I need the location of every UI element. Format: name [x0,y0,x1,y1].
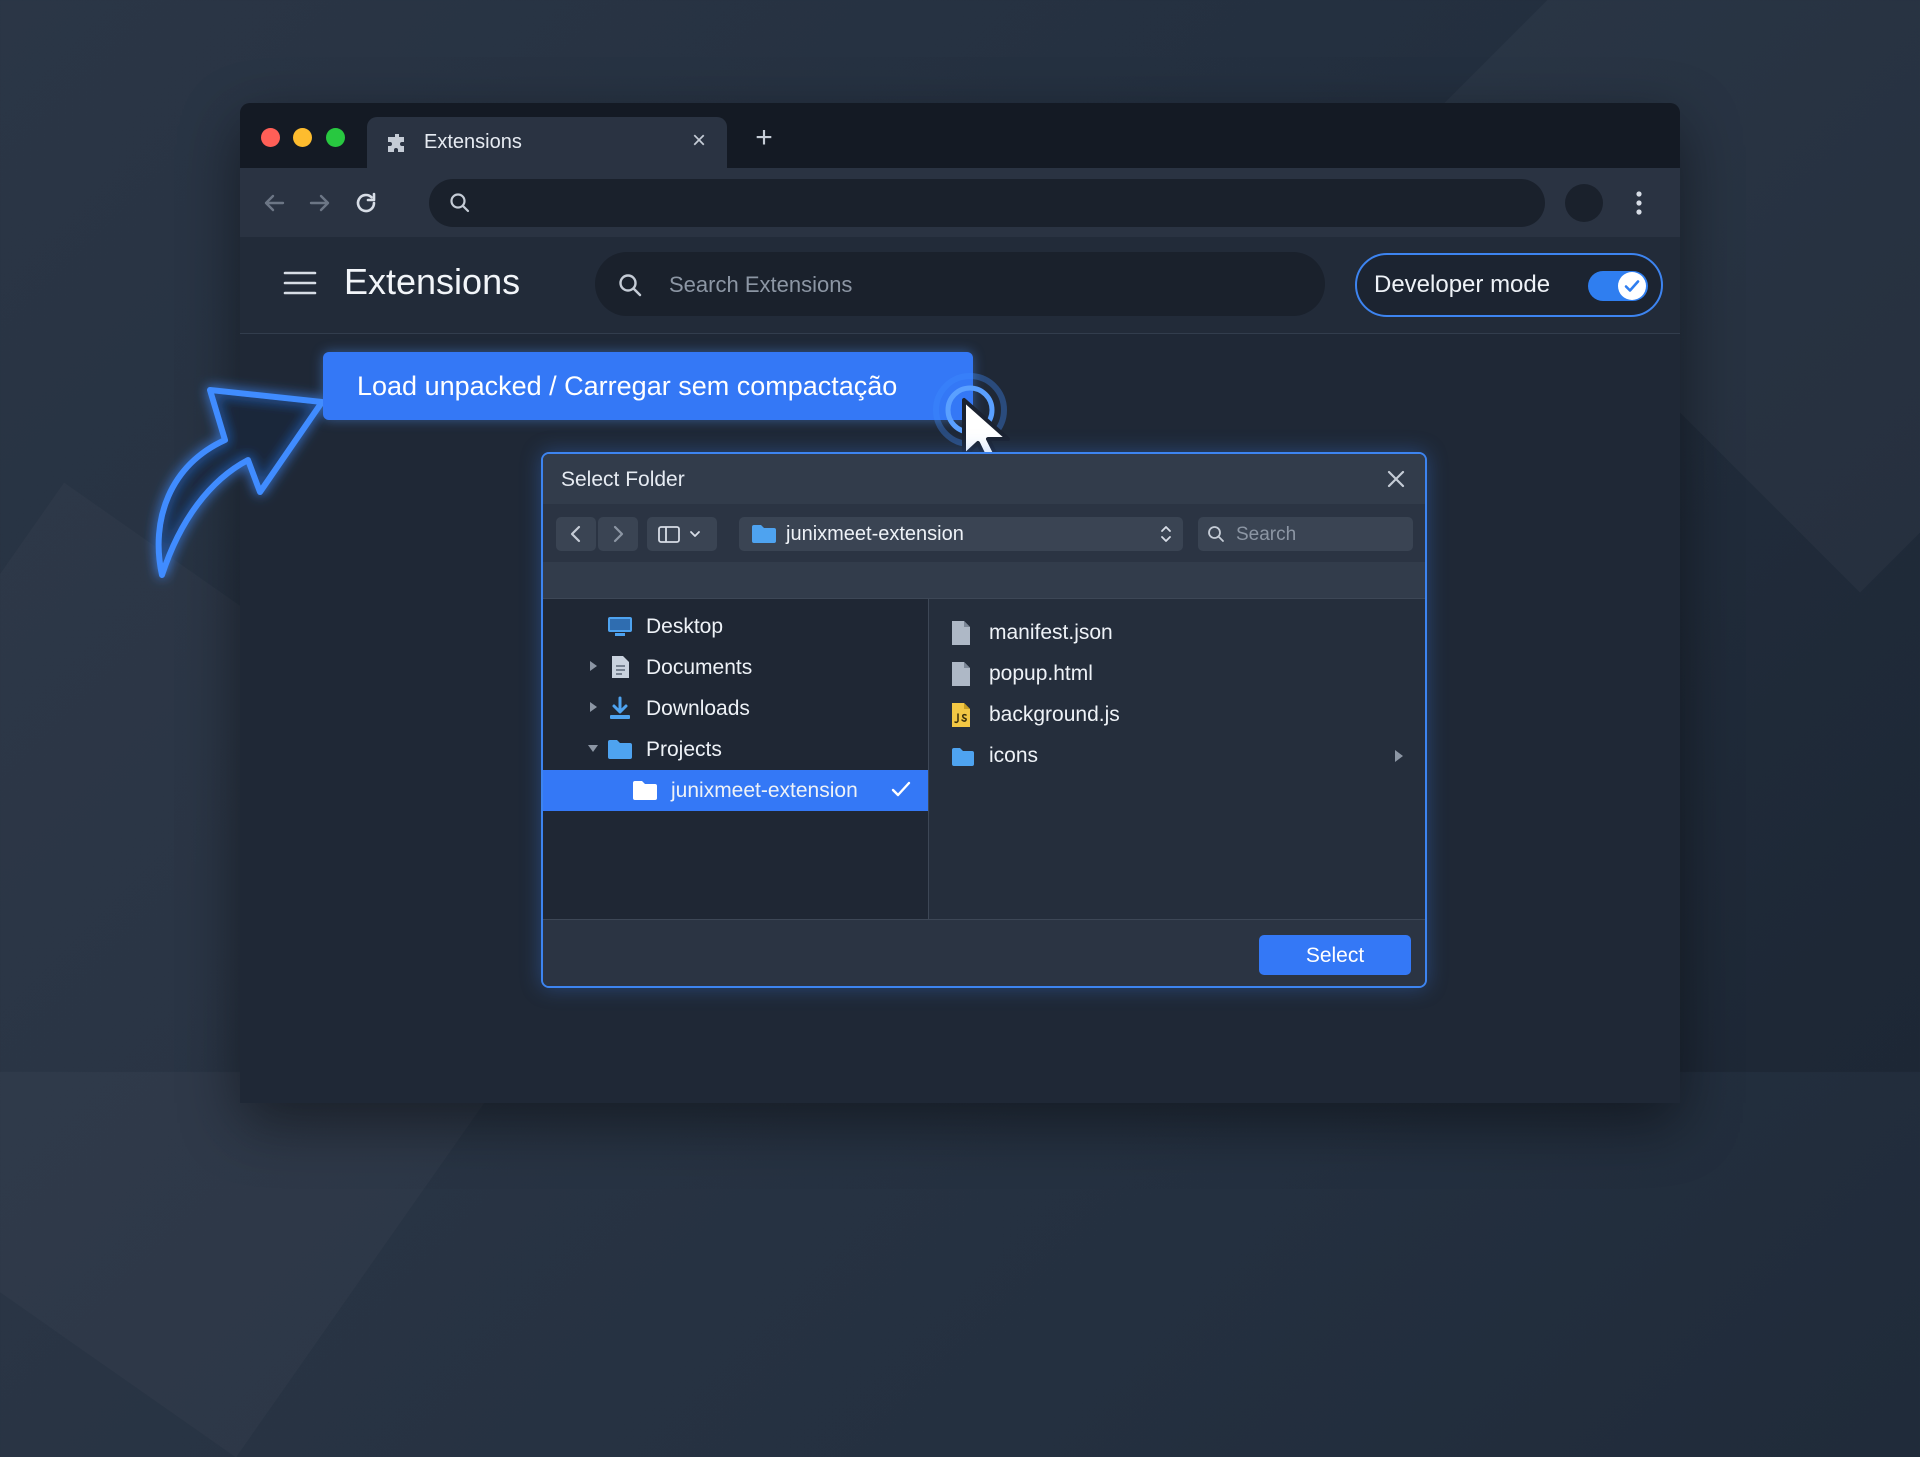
list-item[interactable]: popup.html [929,653,1425,694]
load-unpacked-label: Load unpacked / Carregar sem compactação [357,371,898,401]
folder-icon [952,748,974,766]
dialog-forward-button[interactable] [598,517,638,551]
sidebar-item-junixmeet-extension[interactable]: junixmeet-extension [543,770,928,811]
dialog-titlebar: Select Folder [543,454,1425,504]
sidebar-item-label: Downloads [646,697,750,720]
browser-toolbar [240,168,1680,237]
search-extensions-input[interactable] [667,252,1291,318]
sidebar-item-label: Desktop [646,615,724,638]
folder-icon [633,781,657,800]
dialog-toolbar: junixmeet-extension [543,504,1425,562]
dialog-back-button[interactable] [556,517,596,551]
chevron-updown-icon [1161,526,1171,542]
dialog-title: Select Folder [561,468,685,491]
select-folder-dialog: Select Folder junixmeet-extension Search… [541,452,1427,988]
caret-right-icon[interactable] [586,700,600,714]
developer-mode-control[interactable]: Developer mode [1355,253,1663,317]
folder-icon [752,525,776,543]
sidebar-item-projects[interactable]: Projects [543,729,928,770]
more-menu-icon[interactable] [1631,185,1647,221]
view-mode-button[interactable] [647,517,717,551]
tab-title: Extensions [424,131,522,153]
dialog-search[interactable] [1198,517,1413,553]
select-button[interactable]: Select [1259,935,1411,975]
chevron-left-icon [570,525,581,543]
forward-arrow-icon[interactable] [302,185,338,221]
path-label: junixmeet-extension [786,523,964,545]
search-icon [450,193,470,213]
close-window-button[interactable] [261,128,280,147]
browser-titlebar: Extensions × + [240,103,1680,168]
file-name: popup.html [989,662,1093,685]
annotation-arrow-icon [155,387,325,578]
dialog-footer: Select [543,919,1425,986]
tab-close-icon[interactable]: × [685,127,713,155]
file-icon [952,662,970,686]
list-item[interactable]: manifest.json [929,612,1425,653]
back-arrow-icon[interactable] [256,185,292,221]
maximize-window-button[interactable] [326,128,345,147]
close-icon[interactable] [1383,466,1409,492]
reload-icon[interactable] [348,185,384,221]
toggle-knob [1618,272,1646,300]
load-unpacked-button[interactable]: Load unpacked / Carregar sem compactação [323,352,973,420]
folder-sidebar: Desktop Documents Downloads Projects jun… [543,599,929,919]
folder-icon [608,740,632,759]
sidebar-view-icon [658,526,700,543]
developer-mode-label: Developer mode [1374,271,1551,298]
download-icon [610,696,630,719]
file-name: manifest.json [989,621,1113,644]
chevron-right-icon [613,525,624,543]
list-item[interactable]: icons [929,735,1425,776]
sidebar-item-label: Projects [646,738,722,761]
sidebar-item-label: Documents [646,656,753,679]
dialog-header-strip [543,562,1425,599]
file-name: background.js [989,703,1120,726]
developer-mode-toggle[interactable] [1588,271,1648,301]
caret-right-icon[interactable] [1393,749,1405,763]
sidebar-item-label: junixmeet-extension [671,779,858,802]
js-file-icon [952,703,970,727]
select-button-label: Select [1305,944,1365,967]
sidebar-item-desktop[interactable]: Desktop [543,606,928,647]
sidebar-item-downloads[interactable]: Downloads [543,688,928,729]
desktop-icon [608,617,632,636]
file-name: icons [989,744,1039,767]
address-input[interactable] [485,179,1489,229]
checkmark-icon [891,781,911,797]
file-list: manifest.json popup.html background.js i… [929,599,1425,919]
address-bar[interactable] [429,179,1545,229]
search-icon [619,274,642,297]
sidebar-item-documents[interactable]: Documents [543,647,928,688]
caret-right-icon[interactable] [586,659,600,673]
extensions-search[interactable] [595,252,1325,318]
caret-down-icon[interactable] [586,741,600,755]
search-icon [1208,526,1224,542]
dialog-search-input[interactable] [1234,517,1408,553]
file-icon [952,621,970,645]
tab-extensions[interactable]: Extensions × [367,117,727,168]
new-tab-button[interactable]: + [750,123,778,153]
checkmark-icon [1624,280,1640,292]
page-title: Extensions [344,261,521,302]
document-icon [612,656,629,678]
profile-avatar[interactable] [1565,184,1603,222]
path-dropdown[interactable]: junixmeet-extension [739,517,1183,551]
puzzle-icon [388,134,404,152]
minimize-window-button[interactable] [293,128,312,147]
list-item[interactable]: background.js [929,694,1425,735]
hamburger-menu-icon[interactable] [283,269,317,297]
extensions-header: Extensions Developer mode [240,237,1680,334]
